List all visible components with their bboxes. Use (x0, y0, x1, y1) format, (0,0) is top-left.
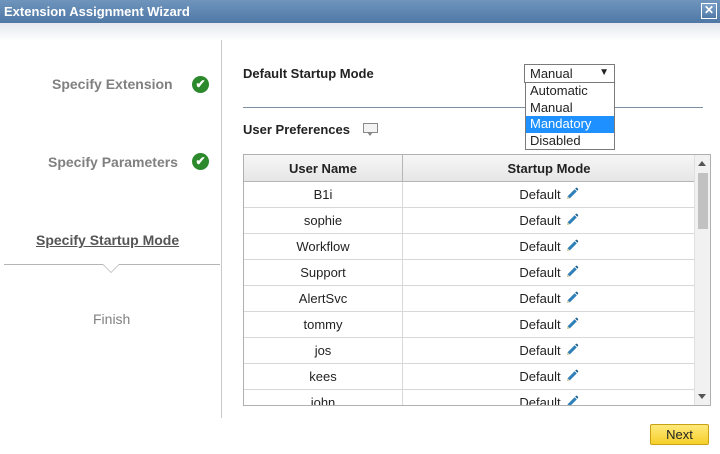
startup-mode-value: Default (519, 369, 561, 384)
scroll-down-arrow-icon[interactable] (698, 394, 706, 399)
startup-mode-value: Default (519, 213, 561, 228)
cell-startup-mode: Default (404, 260, 694, 286)
current-step-arrow-inner (103, 264, 119, 272)
option-manual[interactable]: Manual (526, 100, 614, 117)
table-row[interactable]: tommy Default (244, 312, 694, 338)
cell-user-name: AlertSvc (244, 286, 403, 312)
cell-startup-mode: Default (404, 234, 694, 260)
table-row[interactable]: Support Default (244, 260, 694, 286)
vertical-scrollbar[interactable] (694, 155, 710, 405)
option-mandatory[interactable]: Mandatory (526, 116, 614, 133)
user-preferences-label: User Preferences (243, 122, 350, 137)
startup-mode-value: Default (519, 239, 561, 254)
pencil-icon[interactable] (565, 340, 579, 366)
pencil-icon[interactable] (565, 288, 579, 314)
cell-user-name: B1i (244, 182, 403, 208)
pencil-icon[interactable] (565, 262, 579, 288)
cell-user-name: john (244, 390, 403, 405)
pencil-icon[interactable] (565, 314, 579, 340)
table-header: User Name Startup Mode (244, 155, 710, 182)
table-row[interactable]: B1i Default (244, 182, 694, 208)
pencil-icon[interactable] (565, 366, 579, 392)
cell-user-name: Support (244, 260, 403, 286)
title-bar: Extension Assignment Wizard ✕ (0, 0, 720, 23)
startup-mode-value: Default (519, 343, 561, 358)
scrollbar-thumb[interactable] (698, 173, 708, 229)
default-startup-mode-label: Default Startup Mode (243, 66, 374, 81)
table-row[interactable]: kees Default (244, 364, 694, 390)
next-button[interactable]: Next (650, 424, 709, 445)
header-shade (0, 23, 720, 41)
pencil-icon[interactable] (565, 392, 579, 405)
cell-startup-mode: Default (404, 286, 694, 312)
cell-user-name: sophie (244, 208, 403, 234)
close-icon[interactable]: ✕ (701, 3, 717, 19)
startup-mode-value: Default (519, 265, 561, 280)
startup-mode-value: Default (519, 395, 561, 406)
table-row[interactable]: Workflow Default (244, 234, 694, 260)
section-separator (243, 107, 703, 108)
option-disabled[interactable]: Disabled (526, 133, 614, 150)
column-header-startup-mode[interactable]: Startup Mode (404, 155, 694, 182)
cell-startup-mode: Default (404, 338, 694, 364)
table-row[interactable]: john Default (244, 390, 694, 406)
column-header-user-name[interactable]: User Name (244, 155, 403, 182)
cell-startup-mode: Default (404, 390, 694, 406)
step-specify-extension[interactable]: Specify Extension (52, 76, 173, 92)
default-startup-mode-select[interactable]: Manual ▼ (524, 64, 615, 83)
step-specify-startup-mode[interactable]: Specify Startup Mode (36, 232, 179, 248)
step-complete-check-icon: ✔ (192, 153, 209, 170)
table-row[interactable]: sophie Default (244, 208, 694, 234)
cell-user-name: Workflow (244, 234, 403, 260)
scroll-up-arrow-icon[interactable] (698, 161, 706, 166)
startup-mode-value: Default (519, 291, 561, 306)
startup-mode-value: Default (519, 187, 561, 202)
pencil-icon[interactable] (565, 184, 579, 210)
cell-startup-mode: Default (404, 312, 694, 338)
startup-mode-dropdown: Automatic Manual Mandatory Disabled (525, 82, 615, 150)
pencil-icon[interactable] (565, 210, 579, 236)
step-finish[interactable]: Finish (93, 311, 130, 327)
step-specify-parameters[interactable]: Specify Parameters (48, 154, 178, 170)
select-value: Manual (530, 66, 573, 81)
window-title: Extension Assignment Wizard (4, 4, 190, 19)
cell-startup-mode: Default (404, 182, 694, 208)
cell-startup-mode: Default (404, 208, 694, 234)
cell-user-name: jos (244, 338, 403, 364)
chevron-down-icon: ▼ (599, 67, 609, 78)
startup-mode-value: Default (519, 317, 561, 332)
cell-user-name: tommy (244, 312, 403, 338)
option-automatic[interactable]: Automatic (526, 83, 614, 100)
steps-divider (221, 40, 222, 418)
table-row[interactable]: jos Default (244, 338, 694, 364)
user-preferences-table: User Name Startup Mode B1i Default sophie D… (243, 154, 711, 406)
table-body: B1i Default sophie Default Workflow Default Su… (244, 182, 694, 406)
step-complete-check-icon: ✔ (192, 76, 209, 93)
pencil-icon[interactable] (565, 236, 579, 262)
cell-startup-mode: Default (404, 364, 694, 390)
comment-icon[interactable] (363, 123, 378, 136)
table-row[interactable]: AlertSvc Default (244, 286, 694, 312)
cell-user-name: kees (244, 364, 403, 390)
